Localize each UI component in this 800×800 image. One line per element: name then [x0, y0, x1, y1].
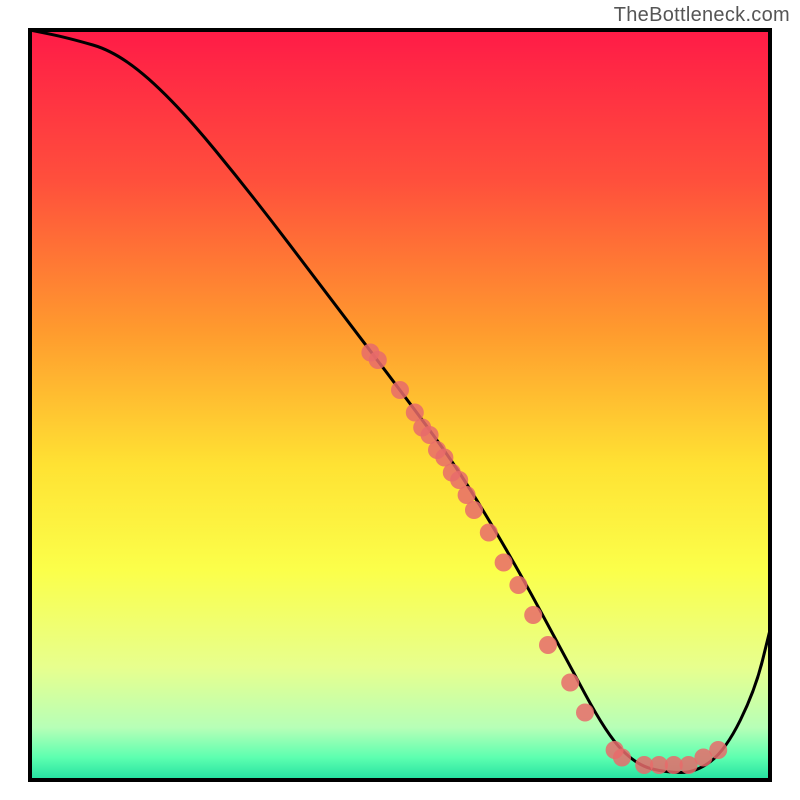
marker-point [709, 741, 727, 759]
marker-point [561, 674, 579, 692]
marker-point [495, 554, 513, 572]
chart-frame: TheBottleneck.com [0, 0, 800, 800]
marker-point [391, 381, 409, 399]
plot-background [30, 30, 770, 780]
marker-point [509, 576, 527, 594]
marker-point [576, 704, 594, 722]
marker-point [539, 636, 557, 654]
bottleneck-chart [0, 0, 800, 800]
marker-point [465, 501, 483, 519]
marker-point [480, 524, 498, 542]
watermark-text: TheBottleneck.com [614, 4, 790, 27]
marker-point [524, 606, 542, 624]
marker-point [369, 351, 387, 369]
marker-point [613, 749, 631, 767]
